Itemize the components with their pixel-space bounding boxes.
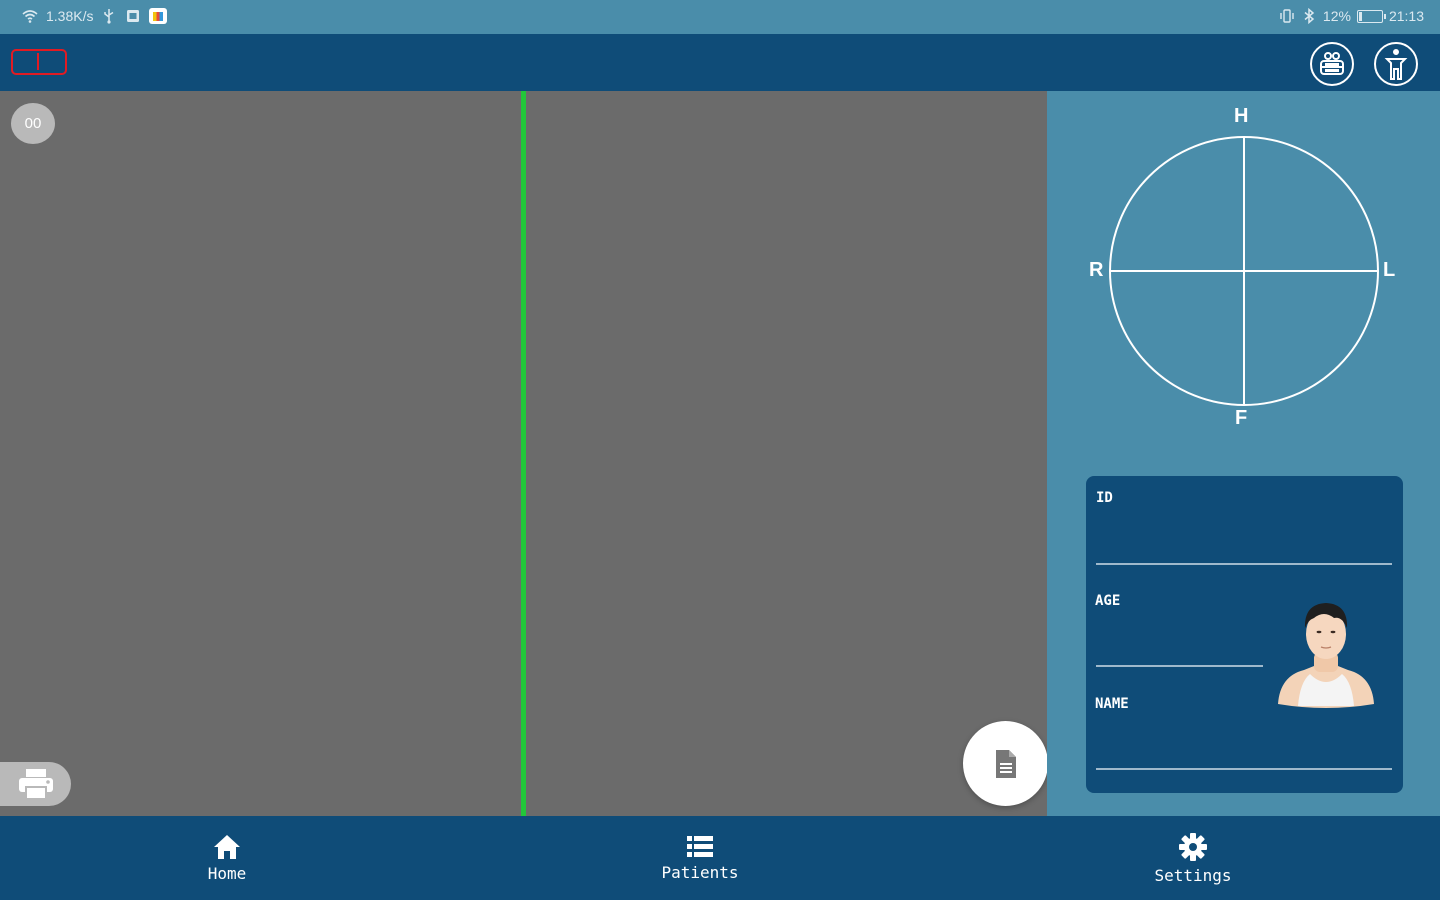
axis-circle (1109, 136, 1379, 406)
ecg-display[interactable]: 00 (0, 91, 1048, 816)
vibrate-icon (1280, 9, 1294, 23)
status-left: 1.38K/s (22, 8, 168, 24)
id-label: ID (1096, 490, 1113, 506)
list-icon (687, 835, 713, 857)
name-underline (1096, 768, 1392, 770)
age-underline (1096, 665, 1263, 667)
home-icon (214, 834, 240, 859)
name-label: NAME (1095, 696, 1129, 712)
nav-patients-label: Patients (661, 862, 739, 882)
battery-fill (1358, 11, 1362, 21)
sim-icon (127, 10, 140, 22)
age-field[interactable] (1096, 626, 1262, 652)
status-right: 12% 21:13 (1279, 8, 1424, 24)
ecg-divider[interactable] (521, 91, 526, 816)
name-field[interactable] (1096, 729, 1392, 755)
counter-badge: 00 (11, 103, 55, 144)
axis-label-top: H (1234, 105, 1249, 127)
app-icon (149, 8, 168, 24)
print-button[interactable] (0, 762, 71, 806)
bottom-nav: Home Patients Settings (0, 816, 1440, 900)
body-view-icon[interactable] (1374, 42, 1418, 86)
usb-icon (104, 9, 114, 24)
nav-home-label: Home (207, 863, 247, 883)
print-icon (18, 769, 53, 800)
lead-placement-icon[interactable] (1310, 42, 1354, 86)
nav-patients[interactable]: Patients (620, 816, 780, 900)
battery-percent: 12% (1322, 8, 1351, 24)
nav-home[interactable]: Home (147, 816, 307, 900)
bluetooth-icon (1304, 8, 1315, 24)
battery-icon (1356, 9, 1386, 23)
clock: 21:13 (1388, 8, 1424, 24)
axis-label-left: R (1089, 259, 1104, 281)
id-underline (1096, 563, 1392, 565)
right-panel: H L F R ID AGE NAME (1047, 91, 1440, 816)
patient-card: ID AGE NAME (1086, 476, 1403, 793)
network-speed: 1.38K/s (46, 8, 94, 24)
battery-device-icon[interactable] (11, 49, 67, 75)
top-bar (0, 34, 1440, 91)
axis-label-bottom: F (1235, 407, 1248, 429)
nav-settings[interactable]: Settings (1113, 816, 1273, 900)
age-label: AGE (1095, 593, 1121, 609)
report-icon (995, 749, 1016, 778)
patient-avatar (1278, 603, 1374, 708)
gear-icon (1179, 832, 1207, 861)
wifi-icon (22, 10, 38, 23)
report-button[interactable] (963, 721, 1048, 806)
status-bar: 1.38K/s 12% 21:13 (0, 0, 1440, 34)
hexaxial-diagram: H L F R (1085, 105, 1405, 431)
id-field[interactable] (1096, 522, 1392, 548)
axis-label-right: L (1383, 259, 1396, 281)
nav-settings-label: Settings (1154, 865, 1232, 885)
